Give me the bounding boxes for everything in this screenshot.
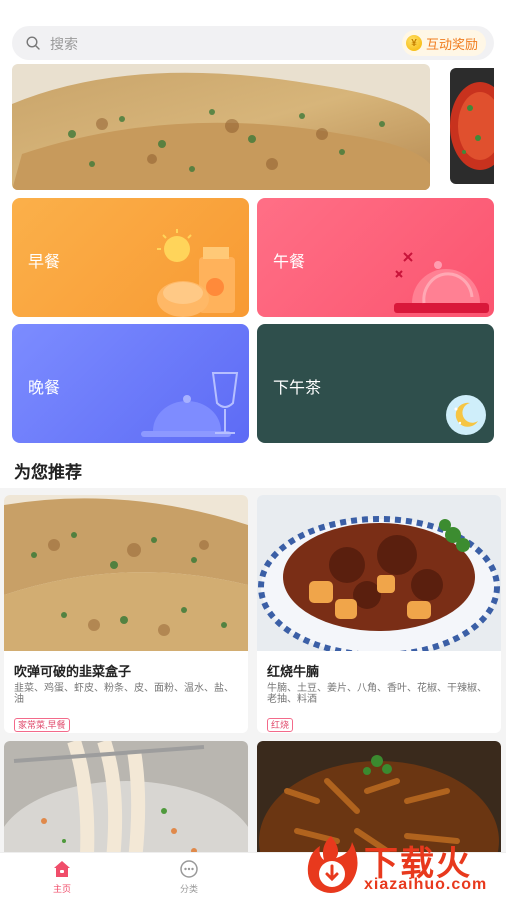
section-title: 为您推荐 bbox=[14, 463, 82, 482]
reward-button[interactable]: ¥ 互动奖励 bbox=[401, 30, 486, 56]
category-label: 早餐 bbox=[28, 254, 61, 271]
moon-icon bbox=[446, 395, 486, 435]
recipe-image-braised-beef bbox=[257, 495, 501, 651]
banner-carousel[interactable] bbox=[0, 62, 506, 194]
search-input[interactable]: 搜索 bbox=[50, 34, 78, 54]
watermark-url: xiazaihuo.com bbox=[364, 876, 488, 893]
recipe-image-leek-box bbox=[4, 495, 248, 651]
category-lunch[interactable]: 午餐 bbox=[257, 198, 494, 317]
recipe-image-noodles bbox=[4, 741, 248, 858]
recipe-feed[interactable]: 吹弹可破的韭菜盒子 韭菜、鸡蛋、虾皮、粉条、皮、面粉、温水、盐、油 家常菜,早餐… bbox=[0, 488, 506, 858]
tab-home[interactable]: 主页 bbox=[32, 857, 92, 897]
recipe-card[interactable]: 红烧牛腩 牛腩、土豆、姜片、八角、香叶、花椒、干辣椒、老抽、料酒 红烧 bbox=[257, 495, 501, 733]
breakfast-icon bbox=[157, 229, 235, 317]
search-bar[interactable]: 搜索 ¥ 互动奖励 bbox=[12, 26, 494, 60]
category-afternoon-tea[interactable]: 下午茶 bbox=[257, 324, 494, 443]
home-icon bbox=[54, 861, 70, 877]
recipe-card[interactable] bbox=[4, 741, 248, 858]
reward-label: 互动奖励 bbox=[425, 36, 478, 52]
recipe-title: 吹弹可破的韭菜盒子 bbox=[14, 664, 132, 679]
category-label: 晚餐 bbox=[28, 380, 61, 397]
banner-image-soup[interactable] bbox=[450, 68, 494, 184]
coin-icon: ¥ bbox=[405, 35, 422, 51]
category-label: 午餐 bbox=[273, 254, 306, 271]
category-icon bbox=[180, 860, 198, 878]
recipe-tag: 红烧 bbox=[267, 718, 294, 732]
category-dinner[interactable]: 晚餐 bbox=[12, 324, 249, 443]
lunch-icon bbox=[394, 252, 489, 313]
tab-category-label: 分类 bbox=[179, 884, 198, 894]
recipe-title: 红烧牛腩 bbox=[267, 664, 320, 679]
recipe-tag: 家常菜,早餐 bbox=[14, 718, 70, 732]
category-label: 下午茶 bbox=[273, 380, 322, 397]
fire-logo-icon bbox=[307, 836, 358, 893]
search-icon bbox=[26, 36, 40, 50]
recommend-section-header: 为您推荐 bbox=[0, 448, 506, 488]
tab-home-label: 主页 bbox=[52, 884, 71, 894]
recipe-ingredients: 韭菜、鸡蛋、虾皮、粉条、皮、面粉、温水、盐、油 bbox=[14, 683, 234, 705]
meal-categories: 早餐 午餐 晚餐 下午茶 bbox=[0, 194, 506, 448]
banner-image-leek-box[interactable] bbox=[12, 64, 430, 190]
recipe-ingredients: 牛腩、土豆、姜片、八角、香叶、花椒、干辣椒、老抽、料酒 bbox=[267, 683, 487, 705]
search-header: 搜索 ¥ 互动奖励 bbox=[0, 0, 506, 62]
tab-category[interactable]: 分类 bbox=[159, 857, 219, 897]
dinner-icon bbox=[141, 372, 239, 437]
recipe-card[interactable]: 吹弹可破的韭菜盒子 韭菜、鸡蛋、虾皮、粉条、皮、面粉、温水、盐、油 家常菜,早餐 bbox=[4, 495, 248, 733]
category-breakfast[interactable]: 早餐 bbox=[12, 198, 249, 317]
watermark: 下载火 xiazaihuo.com bbox=[300, 830, 506, 900]
